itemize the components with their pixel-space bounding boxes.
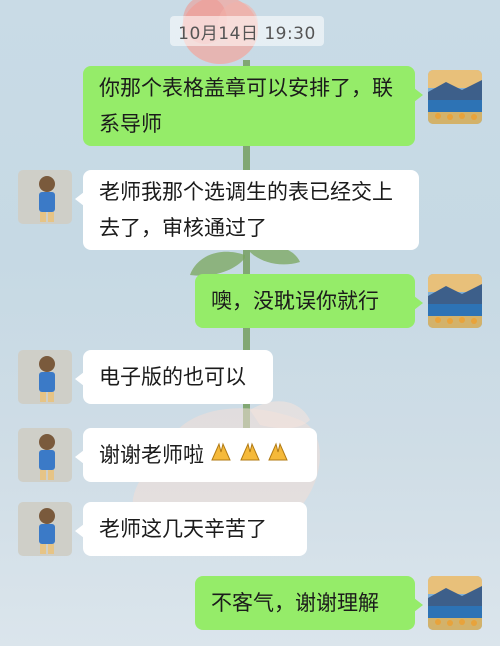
message-text: 噢，没耽误你就行: [211, 289, 379, 313]
praying-hands-icon: [268, 442, 289, 461]
contact-avatar[interactable]: [18, 170, 72, 224]
contact-avatar[interactable]: [18, 350, 72, 404]
contact-avatar[interactable]: [18, 502, 72, 556]
message-text: 老师我那个选调生的表已经交上去了，审核通过了: [99, 180, 393, 240]
praying-hands-icon: [211, 442, 231, 461]
my-avatar[interactable]: [428, 274, 482, 328]
message-bubble-incoming[interactable]: 谢谢老师啦: [75, 428, 317, 482]
child-avatar-icon: [18, 170, 72, 224]
contact-avatar[interactable]: [18, 428, 72, 482]
message-text: 老师这几天辛苦了: [99, 517, 267, 541]
message-bubble-outgoing[interactable]: 不客气，谢谢理解: [195, 576, 423, 630]
message-bubble-incoming[interactable]: 老师我那个选调生的表已经交上去了，审核通过了: [75, 170, 419, 250]
landscape-avatar-icon: [428, 70, 482, 124]
message-text: 你那个表格盖章可以安排了，联系导师: [99, 76, 393, 136]
my-avatar[interactable]: [428, 576, 482, 630]
child-avatar-icon: [18, 428, 72, 482]
praying-hands-icon: [239, 442, 260, 461]
message-bubble-incoming[interactable]: 电子版的也可以: [75, 350, 273, 404]
message-bubble-incoming[interactable]: 老师这几天辛苦了: [75, 502, 307, 556]
message-bubble-outgoing[interactable]: 你那个表格盖章可以安排了，联系导师: [83, 66, 423, 146]
child-avatar-icon: [18, 502, 72, 556]
landscape-avatar-icon: [428, 274, 482, 328]
message-text: 谢谢老师啦: [99, 443, 204, 467]
message-bubble-outgoing[interactable]: 噢，没耽误你就行: [195, 274, 423, 328]
message-text: 电子版的也可以: [99, 365, 246, 389]
landscape-avatar-icon: [428, 576, 482, 630]
chat-timestamp: 10月14日 19:30: [170, 16, 324, 46]
message-text: 不客气，谢谢理解: [211, 591, 379, 615]
child-avatar-icon: [18, 350, 72, 404]
praying-hands-emoji-group: [210, 437, 289, 473]
my-avatar[interactable]: [428, 70, 482, 124]
